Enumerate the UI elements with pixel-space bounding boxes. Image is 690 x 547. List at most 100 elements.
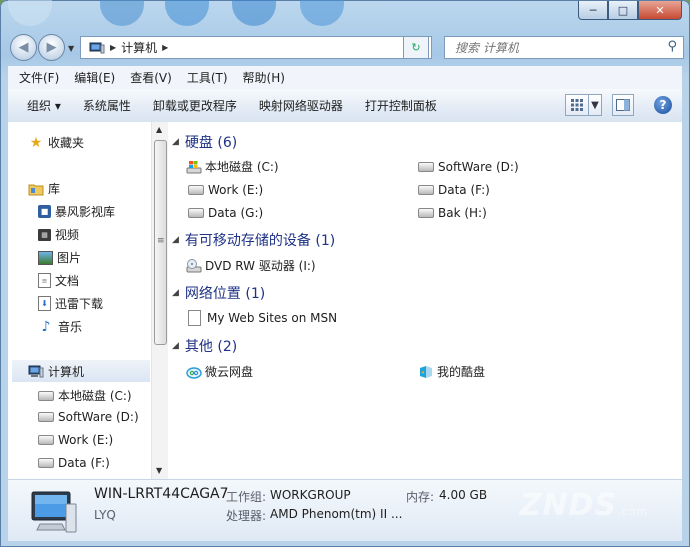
cloud-icon	[186, 366, 202, 379]
sidebar-item-documents[interactable]: ≡ 文档	[38, 272, 79, 289]
sidebar-item-label: 收藏夹	[48, 136, 85, 150]
map-network-drive-button[interactable]: 映射网络驱动器	[259, 97, 343, 114]
collapse-triangle-icon[interactable]: ◢	[172, 137, 179, 147]
drive-label: SoftWare (D:)	[438, 160, 519, 174]
sidebar-item-pictures[interactable]: 图片	[38, 249, 81, 266]
collapse-triangle-icon[interactable]: ◢	[172, 341, 179, 351]
uninstall-program-button[interactable]: 卸载或更改程序	[153, 97, 237, 114]
hard-drive-icon	[38, 435, 54, 445]
drive-item-e[interactable]: Work (E:)	[188, 183, 263, 197]
drive-label: Data (F:)	[438, 183, 490, 197]
drive-label: 本地磁盘 (C:)	[205, 160, 279, 174]
back-button[interactable]: ◀	[10, 34, 37, 61]
sidebar-item-drive-d[interactable]: SoftWare (D:)	[38, 410, 139, 424]
menu-view[interactable]: 查看(V)	[130, 69, 172, 86]
dvd-drive-icon	[186, 258, 202, 272]
close-button[interactable]: ✕	[638, 1, 682, 20]
search-box[interactable]: ⚲	[444, 36, 684, 59]
address-bar[interactable]: ▶ 计算机 ▶ ▼	[80, 36, 432, 59]
sidebar-item-computer[interactable]: 计算机	[28, 363, 84, 380]
watermark-suffix: .com	[617, 505, 648, 518]
change-view-button[interactable]	[565, 94, 589, 116]
library-icon	[28, 184, 44, 195]
search-icon[interactable]: ⚲	[667, 39, 677, 54]
drive-item-dvd[interactable]: DVD RW 驱动器 (I:)	[186, 257, 316, 274]
picture-icon	[38, 250, 53, 265]
group-header-network[interactable]: ◢ 网络位置 (1)	[172, 283, 265, 303]
breadcrumb-arrow-icon[interactable]: ▶	[162, 43, 168, 52]
sidebar-item-baofeng[interactable]: ■ 暴风影视库	[38, 203, 115, 220]
processor-value: AMD Phenom(tm) II ...	[270, 507, 403, 521]
sidebar-item-label: 文档	[55, 274, 80, 288]
drive-item-g[interactable]: Data (G:)	[188, 206, 263, 220]
menu-file[interactable]: 文件(F)	[19, 69, 59, 86]
recent-pages-dropdown[interactable]: ▼	[68, 44, 74, 53]
content-pane: ◢ 硬盘 (6) 本地磁盘 (C:) SoftWare (D:) Work (E…	[168, 122, 682, 479]
hard-drive-icon	[188, 185, 204, 195]
network-item-msn[interactable]: My Web Sites on MSN	[188, 310, 337, 326]
organize-button[interactable]: 组织 ▾	[27, 97, 61, 114]
computer-icon	[89, 42, 105, 53]
sidebar-item-label: 音乐	[58, 320, 83, 334]
drive-item-d[interactable]: SoftWare (D:)	[418, 160, 519, 174]
drive-item-h[interactable]: Bak (H:)	[418, 206, 487, 220]
sidebar-item-music[interactable]: ♪ 音乐	[38, 318, 82, 335]
minimize-button[interactable]: ─	[578, 1, 608, 20]
sidebar-item-label: Work (E:)	[58, 433, 114, 447]
group-header-removable[interactable]: ◢ 有可移动存储的设备 (1)	[172, 230, 335, 250]
workgroup-value: WORKGROUP	[270, 488, 351, 502]
group-title: 有可移动存储的设备 (1)	[184, 233, 336, 249]
explorer-window: ─ □ ✕ ◀ ▶ ▼ ▶ 计算机 ▶ ▼ ↻ ⚲ 文件(F) 编辑(E) 查看…	[0, 0, 690, 547]
group-title: 硬盘 (6)	[184, 135, 238, 151]
star-icon: ★	[29, 134, 43, 151]
background-desktop-glimpse	[300, 0, 344, 26]
background-desktop-glimpse	[232, 0, 276, 26]
group-header-other[interactable]: ◢ 其他 (2)	[172, 336, 237, 356]
scroll-up-icon[interactable]: ▲	[156, 125, 162, 134]
view-grid-icon	[571, 99, 583, 111]
other-item-weiyun[interactable]: 微云网盘	[186, 363, 253, 380]
search-input[interactable]	[453, 39, 657, 56]
document-icon: ≡	[38, 273, 51, 288]
system-properties-button[interactable]: 系统属性	[83, 97, 131, 114]
view-dropdown-icon[interactable]: ▼	[589, 94, 602, 116]
help-icon[interactable]: ?	[654, 96, 672, 114]
group-header-hard-disks[interactable]: ◢ 硬盘 (6)	[172, 132, 237, 152]
collapse-triangle-icon[interactable]: ◢	[172, 288, 179, 298]
watermark-text: ZNDS	[519, 488, 617, 523]
download-folder-icon: ⬇	[38, 296, 51, 311]
hard-drive-icon	[188, 208, 204, 218]
open-control-panel-button[interactable]: 打开控制面板	[365, 97, 437, 114]
sidebar-item-drive-f[interactable]: Data (F:)	[38, 456, 110, 470]
sidebar-item-thunder-downloads[interactable]: ⬇ 迅雷下载	[38, 295, 103, 312]
znds-watermark: ZNDS.com	[520, 488, 648, 523]
sidebar-item-videos[interactable]: ▦ 视频	[38, 226, 79, 243]
menu-bar: 文件(F) 编辑(E) 查看(V) 工具(T) 帮助(H)	[8, 66, 682, 90]
breadcrumb-arrow-icon[interactable]: ▶	[110, 43, 116, 52]
sidebar-item-drive-e[interactable]: Work (E:)	[38, 433, 113, 447]
refresh-icon[interactable]: ↻	[403, 36, 429, 59]
computer-icon	[31, 491, 77, 533]
group-title: 网络位置 (1)	[184, 286, 266, 302]
other-item-kupan[interactable]: 我的酷盘	[418, 363, 485, 380]
sidebar-item-label: 暴风影视库	[55, 205, 116, 219]
processor-label: 处理器:	[226, 509, 267, 523]
preview-pane-button[interactable]	[612, 94, 634, 116]
collapse-triangle-icon[interactable]: ◢	[172, 235, 179, 245]
drive-item-f[interactable]: Data (F:)	[418, 183, 490, 197]
sidebar-item-label: 图片	[57, 251, 82, 265]
maximize-button[interactable]: □	[608, 1, 638, 20]
menu-help[interactable]: 帮助(H)	[243, 69, 285, 86]
menu-tools[interactable]: 工具(T)	[187, 69, 228, 86]
kupan-icon	[420, 365, 432, 378]
forward-button[interactable]: ▶	[38, 34, 65, 61]
sidebar-item-favorites[interactable]: ★ 收藏夹	[28, 134, 84, 151]
scroll-down-icon[interactable]: ▼	[156, 466, 162, 475]
breadcrumb-computer[interactable]: 计算机	[121, 39, 157, 56]
navigation-bar: ◀ ▶ ▼ ▶ 计算机 ▶ ▼ ↻ ⚲	[8, 32, 684, 62]
drive-item-c[interactable]: 本地磁盘 (C:)	[186, 158, 279, 175]
navigation-scrollbar[interactable]: ▲ ≡ ▼	[151, 122, 168, 479]
sidebar-item-libraries[interactable]: 库	[28, 180, 60, 197]
sidebar-item-drive-c[interactable]: 本地磁盘 (C:)	[38, 387, 132, 404]
menu-edit[interactable]: 编辑(E)	[74, 69, 115, 86]
